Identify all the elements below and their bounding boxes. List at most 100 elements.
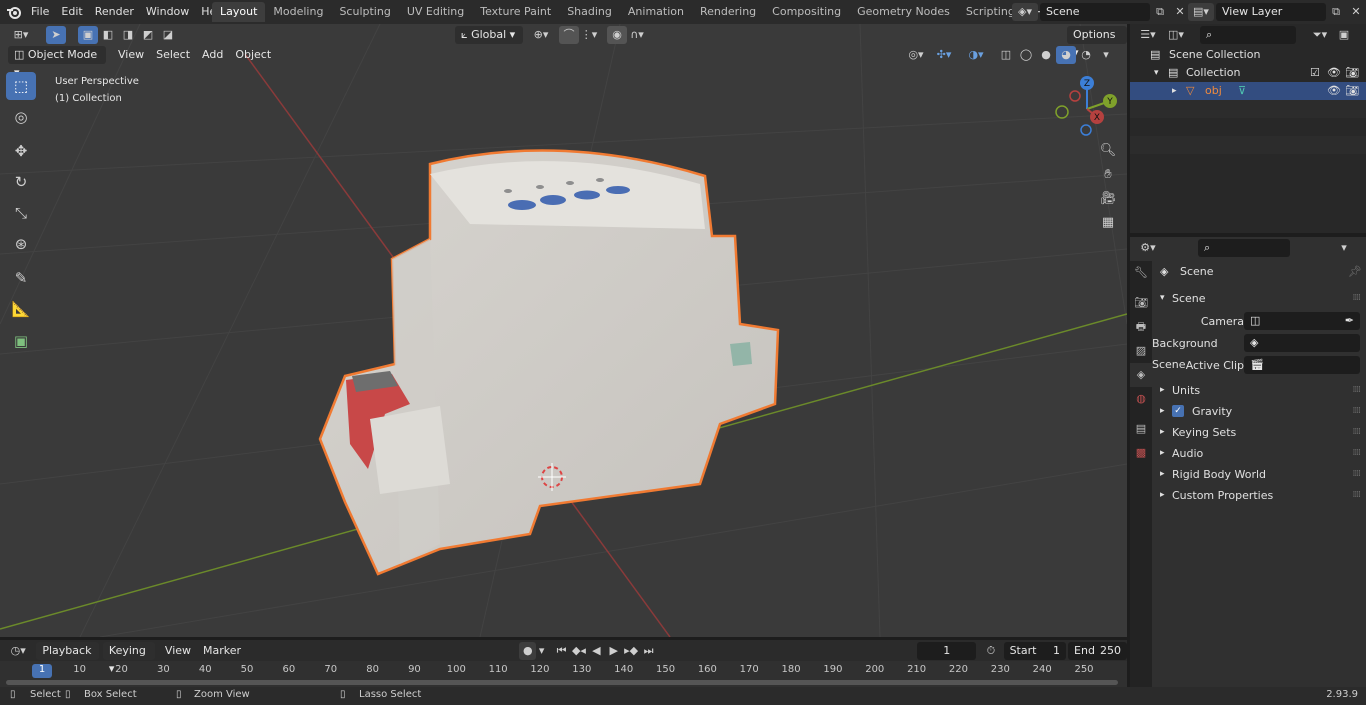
menu-window[interactable]: Window bbox=[140, 0, 195, 24]
render-camera-icon[interactable]: 📷︎ bbox=[1345, 64, 1359, 82]
pivot-point-icon[interactable]: ⊕▾ bbox=[531, 26, 551, 44]
add-cube-tool-icon[interactable]: ▣ bbox=[6, 327, 36, 355]
start-frame-field[interactable]: Start 1 bbox=[1003, 641, 1067, 660]
texture-tab-icon[interactable]: ▩ bbox=[1130, 441, 1152, 465]
tab-sculpting[interactable]: Sculpting bbox=[331, 2, 398, 22]
collapse-arrow-icon[interactable]: ▸ bbox=[1172, 82, 1177, 100]
navigation-gizmo[interactable]: Z Y X bbox=[1052, 74, 1122, 144]
scene-name-field[interactable]: Scene bbox=[1040, 3, 1150, 21]
obj-visibility-eye-icon[interactable]: 👁︎ bbox=[1327, 82, 1341, 100]
timeline-menu-marker[interactable]: Marker bbox=[197, 642, 247, 660]
timeline-menu-view[interactable]: View bbox=[159, 642, 197, 660]
solid-shading-icon[interactable]: ● bbox=[1036, 46, 1056, 64]
eyedropper-icon[interactable]: ✒ bbox=[1345, 312, 1354, 330]
new-view-layer-icon[interactable]: ⧉ bbox=[1326, 3, 1346, 21]
pin-icon[interactable]: 📌︎ bbox=[1348, 261, 1362, 282]
timeline-scrollbar[interactable] bbox=[6, 680, 1118, 685]
scene-icon[interactable]: ◈▾ bbox=[1012, 3, 1038, 21]
rendered-shading-icon[interactable]: ◔ bbox=[1076, 46, 1096, 64]
drag-handle-icon[interactable]: ⁞⁞⁞⁞ bbox=[1353, 443, 1362, 464]
panel-custom-properties[interactable]: ▸ Custom Properties ⁞⁞⁞⁞ bbox=[1152, 485, 1366, 506]
gravity-checkbox[interactable]: ✓ bbox=[1172, 405, 1184, 417]
menu-render[interactable]: Render bbox=[89, 0, 140, 24]
view-layer-tab-icon[interactable]: ▨ bbox=[1130, 339, 1152, 363]
tab-rendering[interactable]: Rendering bbox=[692, 2, 764, 22]
keying-dropdown[interactable]: Keying ▾ bbox=[102, 641, 155, 675]
camera-view-icon[interactable]: 🎥︎ bbox=[1096, 187, 1120, 211]
tab-animation[interactable]: Animation bbox=[620, 2, 692, 22]
tab-shading[interactable]: Shading bbox=[559, 2, 620, 22]
drag-handle-icon[interactable]: ⁞⁞⁞⁞ bbox=[1353, 401, 1362, 422]
viewport-menu-object[interactable]: Object bbox=[229, 46, 277, 64]
tab-uv-editing[interactable]: UV Editing bbox=[399, 2, 472, 22]
rotate-tool-icon[interactable]: ↻ bbox=[6, 168, 36, 196]
new-collection-icon[interactable]: ▣ bbox=[1334, 26, 1354, 44]
tab-geometry-nodes[interactable]: Geometry Nodes bbox=[849, 2, 958, 22]
end-frame-field[interactable]: End 250 bbox=[1068, 641, 1127, 660]
scale-tool-icon[interactable]: ⤡ bbox=[6, 199, 36, 227]
tool-tab-icon[interactable]: 🔧︎ bbox=[1130, 261, 1152, 285]
measure-tool-icon[interactable]: 📐 bbox=[6, 295, 36, 323]
outliner-search-input[interactable]: ⌕ bbox=[1200, 26, 1296, 44]
mode-extend-icon[interactable]: ◧ bbox=[98, 26, 118, 44]
properties-search-input[interactable]: ⌕ bbox=[1198, 239, 1290, 257]
collection-tab-icon[interactable]: ▤ bbox=[1130, 417, 1152, 441]
timeline-ruler[interactable]: 1 10 20 30 40 50 60 70 80 90 100 110 120 130 140 150 160… bbox=[0, 661, 1127, 687]
panel-audio[interactable]: ▸ Audio ⁞⁞⁞⁞ bbox=[1152, 443, 1366, 464]
active-clip-field[interactable]: 🎬︎ bbox=[1244, 356, 1360, 374]
render-tab-icon[interactable]: 📷︎ bbox=[1130, 291, 1152, 315]
drag-handle-icon[interactable]: ⁞⁞⁞⁞ bbox=[1353, 288, 1362, 309]
select-tool-icon[interactable]: ➤ bbox=[46, 26, 66, 44]
exclude-checkbox-icon[interactable]: ☑ bbox=[1310, 64, 1320, 82]
tab-layout[interactable]: Layout bbox=[212, 2, 266, 22]
world-tab-icon[interactable]: ◍ bbox=[1130, 387, 1152, 411]
wireframe-shading-icon[interactable]: ◯ bbox=[1016, 46, 1036, 64]
xray-toggle-icon[interactable]: ◫ bbox=[996, 46, 1016, 64]
viewport-menu-add[interactable]: Add bbox=[196, 46, 229, 64]
view-layer-icon[interactable]: ▤▾ bbox=[1188, 3, 1214, 21]
proportional-edit-icon[interactable]: ◉ bbox=[607, 26, 627, 44]
jump-start-icon[interactable]: ⏮ bbox=[553, 642, 570, 660]
annotate-tool-icon[interactable]: ✎ bbox=[6, 264, 36, 292]
transform-orientation-dropdown[interactable]: ⟀ Global ▾ bbox=[455, 26, 523, 44]
tree-item-collection[interactable]: ▾ ▤ Collection ☑ 👁︎ 📷︎ bbox=[1130, 64, 1366, 82]
filter-icon[interactable]: ⏷▾ bbox=[1306, 26, 1334, 44]
visibility-icon[interactable]: ◎▾ bbox=[902, 46, 930, 64]
tree-item-obj[interactable]: ▸ ▽ obj ⊽ 👁︎ 📷︎ bbox=[1130, 82, 1366, 100]
material-shading-icon[interactable]: ◕ bbox=[1056, 46, 1076, 64]
tree-item-scene-collection[interactable]: ▤ Scene Collection bbox=[1130, 46, 1366, 64]
output-tab-icon[interactable]: 🖶︎ bbox=[1130, 315, 1152, 339]
panel-rigid-body-world[interactable]: ▸ Rigid Body World ⁞⁞⁞⁞ bbox=[1152, 464, 1366, 485]
record-icon[interactable]: ● bbox=[519, 641, 537, 660]
mode-difference-icon[interactable]: ◩ bbox=[138, 26, 158, 44]
mode-intersect-icon[interactable]: ◪ bbox=[158, 26, 178, 44]
object-mode-dropdown[interactable]: ◫ Object Mode ▾ bbox=[8, 46, 106, 79]
mode-new-icon[interactable]: ▣ bbox=[78, 26, 98, 44]
transform-tool-icon[interactable]: ⊛ bbox=[6, 230, 36, 258]
drag-handle-icon[interactable]: ⁞⁞⁞⁞ bbox=[1353, 380, 1362, 401]
selected-object-mesh[interactable] bbox=[318, 149, 780, 576]
scene-tab-icon[interactable]: ◈ bbox=[1130, 363, 1152, 387]
obj-render-camera-icon[interactable]: 📷︎ bbox=[1345, 82, 1359, 100]
mesh-data-icon[interactable]: ⊽ bbox=[1238, 82, 1246, 100]
next-keyframe-icon[interactable]: ▸◆ bbox=[622, 642, 639, 660]
delete-view-layer-icon[interactable]: ✕ bbox=[1346, 3, 1366, 21]
current-frame-field[interactable]: 1 bbox=[917, 641, 977, 660]
overlay-toggle-icon[interactable]: ◑▾ bbox=[962, 46, 990, 64]
cursor-tool-icon[interactable]: ◎ bbox=[6, 103, 36, 131]
expand-arrow-icon[interactable]: ▾ bbox=[1154, 64, 1159, 82]
drag-handle-icon[interactable]: ⁞⁞⁞⁞ bbox=[1353, 464, 1362, 485]
view-layer-name-field[interactable]: View Layer bbox=[1216, 3, 1326, 21]
shading-options-icon[interactable]: ▾ bbox=[1096, 46, 1116, 64]
mode-subtract-icon[interactable]: ◨ bbox=[118, 26, 138, 44]
viewport-menu-view[interactable]: View bbox=[112, 46, 150, 64]
timeline-editor-type-icon[interactable]: ◷▾ bbox=[6, 642, 30, 660]
move-tool-icon[interactable]: ✥ bbox=[6, 137, 36, 165]
outliner-editor-type-icon[interactable]: ☰▾ bbox=[1134, 26, 1162, 44]
display-mode-icon[interactable]: ◫▾ bbox=[1162, 26, 1190, 44]
prev-keyframe-icon[interactable]: ◆◂ bbox=[570, 642, 587, 660]
select-box-tool-icon[interactable]: ⬚ bbox=[6, 72, 36, 100]
delete-scene-icon[interactable]: ✕ bbox=[1170, 3, 1190, 21]
zoom-icon[interactable]: 🔍︎ bbox=[1096, 139, 1120, 163]
snap-icon[interactable]: ⌒ bbox=[559, 26, 579, 44]
